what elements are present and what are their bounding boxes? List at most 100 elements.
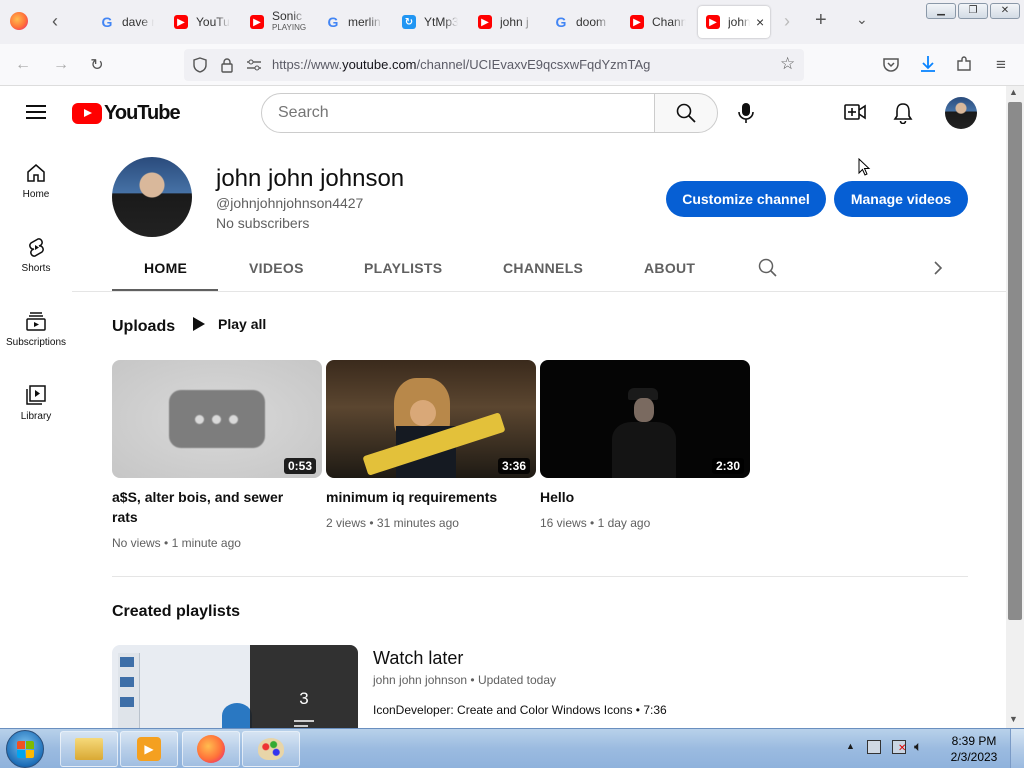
start-button[interactable]	[6, 730, 44, 768]
playlist-meta: john john johnson • Updated today	[373, 673, 557, 687]
firefox-icon	[197, 735, 225, 763]
show-hidden-icons-icon[interactable]: ▲	[846, 741, 855, 751]
browser-tab[interactable]: ▶YouTube	[166, 6, 230, 38]
pocket-icon[interactable]	[882, 57, 900, 73]
paint-palette-icon	[258, 738, 284, 760]
mouse-cursor-icon	[858, 158, 871, 176]
processing-placeholder-icon	[169, 390, 265, 448]
taskbar-firefox[interactable]	[182, 731, 240, 767]
close-window-icon[interactable]: ✕	[990, 3, 1020, 19]
tab-home[interactable]: HOME	[144, 260, 187, 276]
channel-handle: @johnjohnjohnson4427	[216, 195, 364, 211]
create-video-icon[interactable]	[844, 104, 866, 120]
volume-icon[interactable]: 🔈︎	[914, 738, 922, 755]
taskbar-explorer[interactable]	[60, 731, 118, 767]
video-thumbnail[interactable]: 2:30	[540, 360, 750, 478]
close-tab-icon[interactable]: ×	[756, 14, 764, 30]
channel-name: john john johnson	[216, 165, 405, 192]
browser-tab[interactable]: Gdoom	[546, 6, 610, 38]
manage-videos-button[interactable]: Manage videos	[834, 181, 968, 217]
search-input[interactable]	[261, 93, 655, 133]
youtube-icon: ▶	[250, 15, 264, 29]
permissions-icon[interactable]	[246, 58, 262, 72]
sidebar-item-subscriptions[interactable]: Subscriptions	[0, 311, 72, 348]
tab-playlists[interactable]: PLAYLISTS	[364, 260, 442, 276]
forward-icon[interactable]: →	[50, 54, 72, 76]
new-tab-icon[interactable]: +	[815, 10, 827, 30]
page-scrollbar-thumb[interactable]	[1008, 102, 1022, 620]
browser-tab[interactable]: ↻ YtMp3	[394, 6, 458, 38]
sidebar-item-library[interactable]: Library	[0, 385, 72, 422]
tab-scroll-left-icon[interactable]: ‹	[52, 12, 58, 30]
action-center-flag-icon[interactable]	[867, 740, 881, 754]
shorts-icon	[29, 238, 44, 257]
youtube-icon: ▶	[174, 15, 188, 29]
notifications-bell-icon[interactable]	[893, 102, 913, 124]
extensions-icon[interactable]	[956, 56, 972, 72]
reload-icon[interactable]: ↻	[86, 54, 108, 76]
video-title[interactable]: a$S, alter bois, and sewer rats	[112, 487, 312, 527]
browser-nav-bar: ← → ↻ https://www.youtube.com/channel/UC…	[0, 44, 1024, 86]
guide-menu-icon[interactable]	[26, 104, 46, 120]
back-icon[interactable]: ←	[12, 54, 34, 76]
playlist-entry[interactable]: IconDeveloper: Create and Color Windows …	[373, 703, 667, 717]
firefox-icon[interactable]	[10, 12, 28, 30]
play-icon	[193, 317, 205, 331]
google-icon: G	[555, 14, 567, 30]
show-desktop-button[interactable]	[1010, 729, 1024, 768]
video-duration: 3:36	[497, 458, 530, 474]
network-icon[interactable]: ✕	[892, 740, 906, 754]
channel-avatar[interactable]	[112, 157, 192, 237]
tab-videos[interactable]: VIDEOS	[249, 260, 304, 276]
taskbar-media-player[interactable]: ▶	[120, 731, 178, 767]
browser-tab[interactable]: ▶ Sonic PLAYING	[242, 6, 306, 38]
google-icon: G	[327, 14, 339, 30]
folder-icon	[75, 738, 103, 760]
chevron-right-icon[interactable]	[933, 261, 943, 275]
search-button[interactable]	[654, 93, 718, 133]
customize-channel-button[interactable]: Customize channel	[666, 181, 826, 217]
youtube-play-logo-icon	[72, 103, 102, 124]
list-all-tabs-icon[interactable]: ⌄	[856, 11, 868, 28]
browser-tab-active[interactable]: ▶ john ×	[698, 6, 770, 38]
minimize-icon[interactable]: ▁	[926, 3, 956, 19]
browser-tab[interactable]: ▶ Chann	[622, 6, 686, 38]
sidebar-item-home[interactable]: Home	[0, 163, 72, 200]
video-title[interactable]: minimum iq requirements	[326, 487, 526, 507]
browser-tab[interactable]: Gmerlin	[318, 6, 382, 38]
account-avatar[interactable]	[945, 97, 977, 129]
taskbar-clock[interactable]: 8:39 PM 2/3/2023	[946, 733, 1002, 765]
lock-icon[interactable]	[220, 57, 234, 73]
playlist-title[interactable]: Watch later	[373, 648, 463, 669]
bookmark-star-icon[interactable]: ☆	[780, 54, 795, 74]
downloads-icon[interactable]	[920, 55, 936, 73]
url-text[interactable]: https://www.youtube.com/channel/UCIEvaxv…	[272, 57, 650, 72]
scroll-up-arrow-icon[interactable]: ▲	[1009, 87, 1018, 97]
subscriptions-icon	[26, 312, 46, 331]
tracking-shield-icon[interactable]	[192, 57, 208, 73]
taskbar-paint[interactable]	[242, 731, 300, 767]
url-bar[interactable]: https://www.youtube.com/channel/UCIEvaxv…	[184, 49, 804, 81]
sidebar-item-shorts[interactable]: Shorts	[0, 237, 72, 274]
video-title[interactable]: Hello	[540, 487, 740, 507]
play-all-button[interactable]: Play all	[192, 316, 266, 332]
windows-taskbar: ▶ ▲ ✕ 🔈︎	[0, 728, 1024, 768]
browser-tab[interactable]: ▶ john j	[470, 6, 534, 38]
tab-scroll-right-icon[interactable]: ›	[784, 12, 790, 30]
video-thumbnail[interactable]: 3:36	[326, 360, 536, 478]
menu-hamburger-icon[interactable]: ≡	[990, 54, 1012, 76]
playlist-icon	[294, 720, 314, 727]
restore-icon[interactable]: ❐	[958, 3, 988, 19]
uploads-heading: Uploads	[112, 318, 176, 335]
video-thumbnail[interactable]: 0:53	[112, 360, 322, 478]
playlist-thumbnail[interactable]: 3	[112, 645, 358, 728]
subscriber-count: No subscribers	[216, 215, 310, 231]
browser-tab[interactable]: Gdave m	[92, 6, 154, 38]
youtube-logo[interactable]: YouTube	[72, 102, 181, 125]
voice-search-microphone-icon[interactable]	[738, 102, 754, 124]
media-player-icon: ▶	[137, 737, 161, 761]
tab-about[interactable]: ABOUT	[644, 260, 695, 276]
channel-search-icon[interactable]	[758, 258, 778, 278]
scroll-down-arrow-icon[interactable]: ▼	[1009, 714, 1018, 724]
tab-channels[interactable]: CHANNELS	[503, 260, 583, 276]
